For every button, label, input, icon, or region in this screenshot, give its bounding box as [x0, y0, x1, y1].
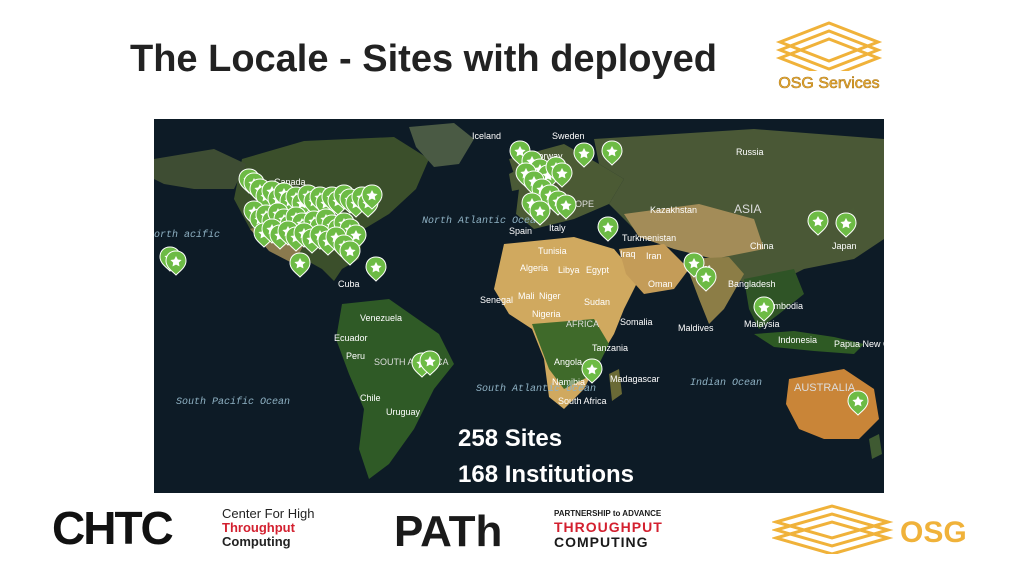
label-ecuador: Ecuador [334, 333, 368, 343]
label-italy: Italy [549, 223, 566, 233]
label-turkmenistan: Turkmenistan [622, 233, 676, 243]
label-tunisia: Tunisia [538, 246, 567, 256]
osg-services-logo: OSG Services [774, 21, 884, 93]
chtc-mark: CHTC [52, 504, 173, 554]
path-logo: PATh PARTNERSHIP to ADVANCE THROUGHPUT C… [394, 507, 663, 554]
sites-count: 258 Sites [458, 425, 563, 452]
label-indian-ocean: Indian Ocean [690, 377, 762, 389]
label-kazakhstan: Kazakhstan [650, 205, 697, 215]
label-indonesia: Indonesia [778, 335, 817, 345]
label-australia: AUSTRALIA [794, 382, 856, 394]
label-south-africa: South Africa [558, 396, 607, 406]
label-iran: Iran [646, 251, 662, 261]
label-sweden: Sweden [552, 131, 585, 141]
osg-logo: OSG [772, 504, 967, 554]
osg-wordmark: OSG [900, 516, 967, 549]
world-map: Iceland Sweden Norway Russia Canada EURO… [154, 119, 884, 493]
chtc-line-3: Computing [222, 534, 291, 549]
label-malaysia: Malaysia [744, 319, 780, 329]
osg-services-label: OSG Services [778, 75, 879, 92]
label-uruguay: Uruguay [386, 407, 421, 417]
chtc-logo: CHTC Center For High Throughput Computin… [52, 504, 314, 554]
path-line-2: THROUGHPUT [554, 519, 663, 535]
chtc-line-1: Center For High [222, 506, 314, 521]
label-nigeria: Nigeria [532, 309, 561, 319]
osg-bottom-diamond-2 [772, 512, 894, 548]
label-tanzania: Tanzania [592, 343, 628, 353]
label-south-atlantic-ocean: South Atlantic Ocean [476, 383, 596, 395]
label-somalia: Somalia [620, 317, 653, 327]
label-senegal: Senegal [480, 295, 513, 305]
chtc-line-2: Throughput [222, 520, 296, 535]
label-russia: Russia [736, 147, 764, 157]
label-peru: Peru [346, 351, 365, 361]
label-angola: Angola [554, 357, 582, 367]
path-mark: PATh [394, 507, 502, 554]
label-algeria: Algeria [520, 263, 548, 273]
label-oman: Oman [648, 279, 673, 289]
label-north-atlantic-ocean: North Atlantic Ocean [422, 215, 542, 227]
label-china: China [750, 241, 774, 251]
label-bangladesh: Bangladesh [728, 279, 776, 289]
label-north-pacific: orth acific [154, 229, 220, 241]
site-stats: 258 Sites 168 Institutions [458, 421, 634, 493]
label-asia: ASIA [734, 202, 761, 216]
label-south-pacific-ocean: South Pacific Ocean [176, 396, 290, 408]
label-maldives: Maldives [678, 323, 714, 333]
slide-title: The Locale - Sites with deployed [130, 38, 717, 80]
path-line-1: PARTNERSHIP to ADVANCE [554, 509, 662, 518]
path-line-3: COMPUTING [554, 534, 649, 550]
label-egypt: Egypt [586, 265, 610, 275]
label-papua: Papua New Guinea [834, 339, 884, 349]
label-madagascar: Madagascar [610, 374, 660, 384]
label-japan: Japan [832, 241, 857, 251]
label-spain: Spain [509, 226, 532, 236]
label-niger: Niger [539, 291, 561, 301]
label-iceland: Iceland [472, 131, 501, 141]
institutions-count: 168 Institutions [458, 461, 635, 488]
label-sudan: Sudan [584, 297, 610, 307]
label-cuba: Cuba [338, 279, 360, 289]
label-venezuela: Venezuela [360, 313, 402, 323]
label-africa: AFRICA [566, 319, 599, 329]
label-chile: Chile [360, 393, 381, 403]
label-libya: Libya [558, 265, 580, 275]
label-mali: Mali [518, 291, 535, 301]
label-iraq: Iraq [620, 249, 636, 259]
